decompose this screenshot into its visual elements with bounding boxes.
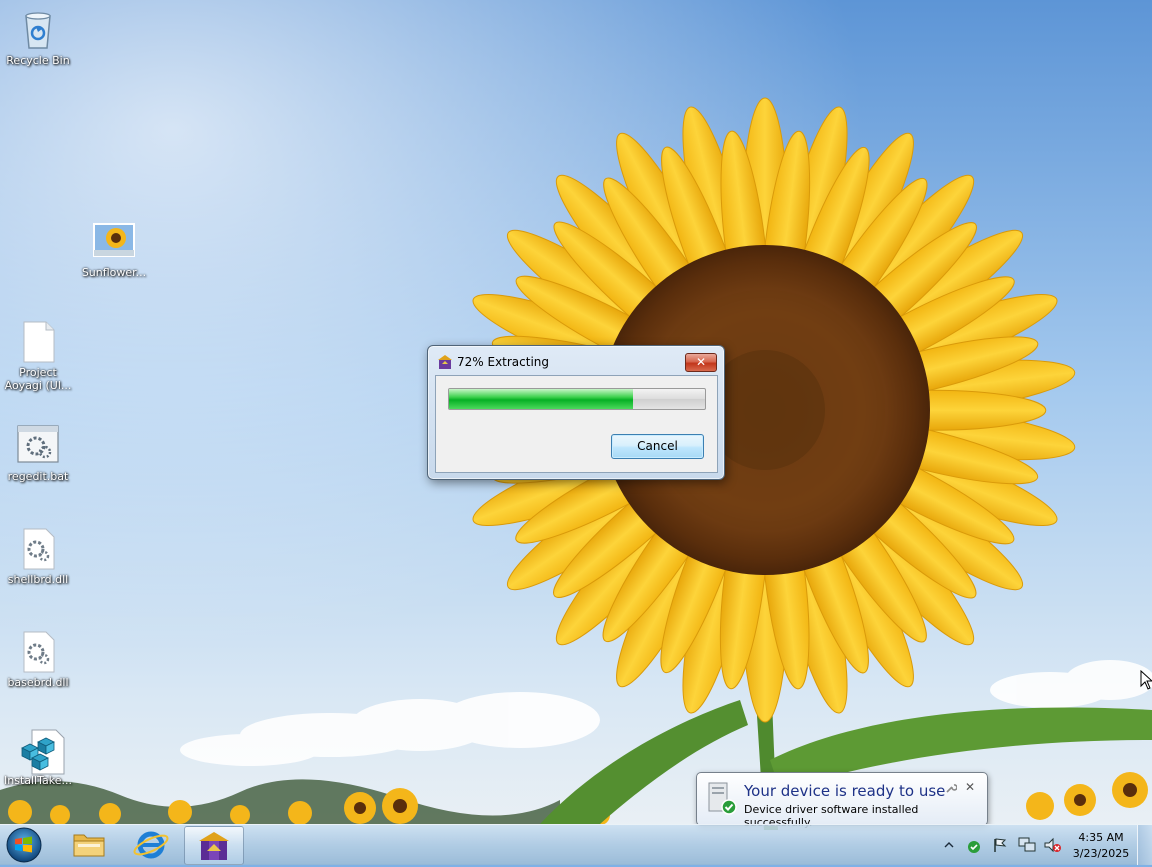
- network-icon: [1018, 837, 1036, 852]
- desktop-icon-recycle-bin[interactable]: Recycle Bin: [0, 8, 76, 67]
- desktop-icon-label: Recycle Bin: [6, 54, 70, 67]
- dialog-titlebar[interactable]: 72% Extracting ✕: [428, 346, 724, 376]
- batch-file-icon: [16, 424, 60, 468]
- show-hidden-icons-button[interactable]: [944, 839, 954, 849]
- internet-explorer-icon: [133, 831, 169, 859]
- notification-title: Your device is ready to use: [744, 782, 946, 800]
- desktop-icon-sunflower[interactable]: Sunflower...: [76, 220, 152, 279]
- taskbar-extractor-app[interactable]: [184, 826, 244, 865]
- show-desktop-button[interactable]: [1137, 825, 1152, 865]
- folder-icon: [73, 834, 105, 857]
- close-icon: ✕: [695, 355, 707, 369]
- clock-date: 3/23/2025: [1072, 847, 1130, 860]
- notification-balloon[interactable]: Your device is ready to use Device drive…: [696, 772, 988, 829]
- chevron-up-icon: [944, 842, 954, 848]
- dll-file-icon: [16, 630, 60, 674]
- system-clock[interactable]: 4:35 AM 3/23/2025: [1064, 830, 1138, 862]
- desktop-icon-label: Sunflower...: [81, 266, 147, 279]
- desktop-icon-shellbrd-dll[interactable]: shellbrd.dll: [0, 527, 76, 586]
- extractor-app-icon: [437, 354, 453, 370]
- desktop-icon-label: Project Aoyagi (Ul...: [4, 366, 72, 392]
- desktop-icon-basebrd-dll[interactable]: basebrd.dll: [0, 630, 76, 689]
- recycle-bin-icon: [16, 8, 60, 52]
- volume-tray-icon[interactable]: [1044, 837, 1062, 853]
- notification-close-button[interactable]: ✕: [963, 780, 977, 794]
- taskbar: 4:35 AM 3/23/2025: [0, 824, 1152, 865]
- progress-bar: [448, 388, 706, 410]
- extract-progress-dialog: 72% Extracting ✕ Cancel: [427, 345, 725, 480]
- desktop-icon-project-aoyagi[interactable]: Project Aoyagi (Ul...: [0, 320, 76, 392]
- wrench-icon[interactable]: [945, 782, 958, 794]
- action-center-tray-icon[interactable]: [992, 837, 1008, 853]
- close-button[interactable]: ✕: [685, 353, 717, 372]
- progress-bar-fill: [449, 389, 634, 409]
- desktop-icon-install-take[interactable]: InstallTake...: [0, 728, 76, 787]
- dialog-client-area: Cancel: [435, 375, 718, 473]
- device-icon: [707, 781, 737, 815]
- image-file-icon: [92, 220, 136, 264]
- device-status-tray-icon[interactable]: [966, 838, 982, 854]
- mouse-cursor-icon: [1140, 669, 1152, 690]
- dialog-title: 72% Extracting: [457, 355, 550, 369]
- desktop-icon-regedit-bat[interactable]: regedit.bat: [0, 424, 76, 483]
- dll-file-icon: [16, 527, 60, 571]
- desktop-icon-label: shellbrd.dll: [7, 573, 69, 586]
- volume-muted-icon: [1044, 837, 1061, 853]
- flag-icon: [994, 838, 1007, 852]
- desktop-icon-label: regedit.bat: [7, 470, 69, 483]
- document-icon: [16, 320, 60, 364]
- start-button[interactable]: [4, 826, 44, 864]
- network-tray-icon[interactable]: [1018, 837, 1036, 853]
- desktop-icon-label: basebrd.dll: [7, 676, 69, 689]
- taskbar-internet-explorer[interactable]: [122, 826, 180, 863]
- taskbar-windows-explorer[interactable]: [60, 826, 118, 863]
- clock-time: 4:35 AM: [1078, 831, 1124, 844]
- close-icon: ✕: [964, 780, 976, 794]
- extractor-app-icon: [199, 832, 229, 860]
- registry-file-icon: [16, 728, 65, 775]
- cancel-button[interactable]: Cancel: [611, 434, 704, 459]
